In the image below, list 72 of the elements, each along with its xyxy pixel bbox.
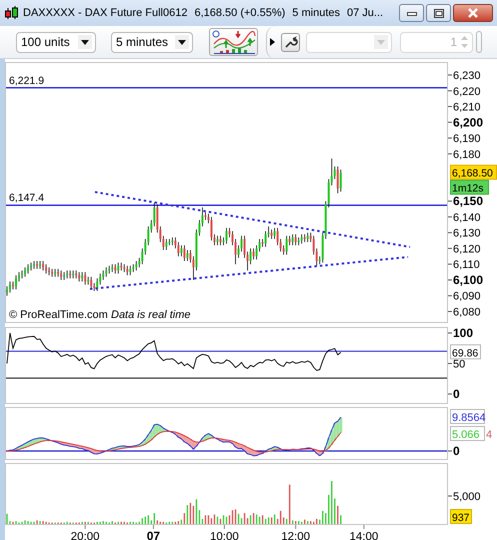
y-tick-label: 6,140 — [453, 212, 481, 224]
axis-label: 6,110 — [448, 259, 480, 272]
axis-label: 0 — [448, 444, 460, 458]
window-title: DAXXXXX - DAX Future Full0612 — [23, 7, 188, 19]
close-icon — [467, 8, 479, 18]
period-dropdown[interactable]: 5 minutes — [111, 32, 193, 52]
y-tick-label: 6,110 — [453, 259, 480, 272]
axis-label: 6,180 — [448, 148, 481, 161]
data-notice: Data is real time — [111, 309, 190, 321]
copyright-text: © ProRealTime.com — [9, 309, 108, 321]
y-tick-label: 6,090 — [453, 290, 481, 303]
minimize-icon — [406, 10, 416, 16]
axis-label: 0 — [448, 387, 460, 401]
volume-tag: 937 — [450, 509, 472, 524]
slider-handle[interactable] — [476, 31, 482, 53]
y-tick-label: 6,120 — [453, 243, 481, 256]
price-level-label: 6,147.4 — [9, 192, 44, 204]
rsi-reading: 69.86 — [450, 344, 481, 360]
axis-label: 5,000 — [448, 491, 481, 503]
maximize-icon — [434, 8, 444, 18]
axis-label: 100 — [448, 327, 474, 340]
window-timeframe: 5 minutes — [292, 7, 340, 19]
time-label: 07 — [146, 524, 160, 540]
axis-label: 50 — [448, 358, 466, 370]
axis-label: 6,140 — [448, 212, 481, 224]
chart-indicators-icon — [212, 30, 256, 54]
caret-icon — [178, 40, 186, 44]
macd-reading: 5.066 — [450, 426, 485, 441]
y-tick-label: 6,180 — [453, 148, 481, 161]
caret-icon — [377, 40, 385, 44]
time-label: 12:00 — [281, 524, 310, 540]
y-tick-label: 6,080 — [453, 306, 481, 318]
axis-label: 6,220 — [448, 86, 481, 98]
y-tick-label: 6,100 — [453, 272, 484, 287]
time-label: 20:00 — [70, 524, 100, 540]
macd-reading: 4 — [486, 429, 492, 441]
spinner-arrows-icon — [460, 35, 469, 49]
y-tick-label: 6,190 — [453, 133, 481, 146]
macd-reading: 9.8564 — [450, 409, 486, 424]
axis-label: 6,100 — [448, 272, 484, 287]
axis-label: 6,190 — [448, 133, 481, 146]
settings-button[interactable] — [281, 32, 300, 52]
window-date: 07 Ju... — [347, 7, 384, 19]
triangle-icon[interactable] — [270, 38, 275, 46]
axis-label: 6,230 — [448, 70, 481, 82]
y-tick-label: 6,200 — [453, 115, 484, 130]
minimize-button[interactable] — [399, 4, 424, 22]
axis-label: 6,080 — [448, 306, 481, 318]
maximize-button[interactable] — [426, 4, 451, 22]
indicators-button[interactable] — [209, 28, 258, 56]
axis-label: 6,150 — [448, 194, 484, 208]
wrench-icon — [284, 35, 298, 49]
axis-label: 6,210 — [448, 102, 481, 114]
window-quote: 6,168.50 (+0.55%) — [194, 7, 286, 19]
caret-icon — [81, 40, 89, 44]
axis-label: 6,200 — [448, 115, 484, 130]
price-level-label: 6,221.9 — [9, 74, 44, 87]
time-label: 14:00 — [350, 524, 378, 540]
axis-label: 6,120 — [448, 243, 481, 256]
close-button[interactable] — [453, 4, 493, 22]
axis-label: 6,130 — [448, 228, 481, 240]
axis-label: 6,090 — [448, 290, 481, 303]
last-price-tag: 6,168.50 — [450, 164, 497, 180]
y-tick-label: 6,230 — [453, 70, 481, 82]
countdown-tag: 1m12s — [450, 180, 489, 195]
y-tick-label: 6,150 — [453, 194, 484, 208]
time-label: 10:00 — [210, 524, 239, 540]
y-tick-label: 6,210 — [453, 102, 481, 114]
y-tick-label: 6,130 — [453, 228, 481, 240]
y-tick-label: 6,220 — [453, 86, 481, 98]
candlestick-icon — [4, 5, 20, 21]
units-dropdown[interactable]: 100 units — [16, 32, 96, 52]
